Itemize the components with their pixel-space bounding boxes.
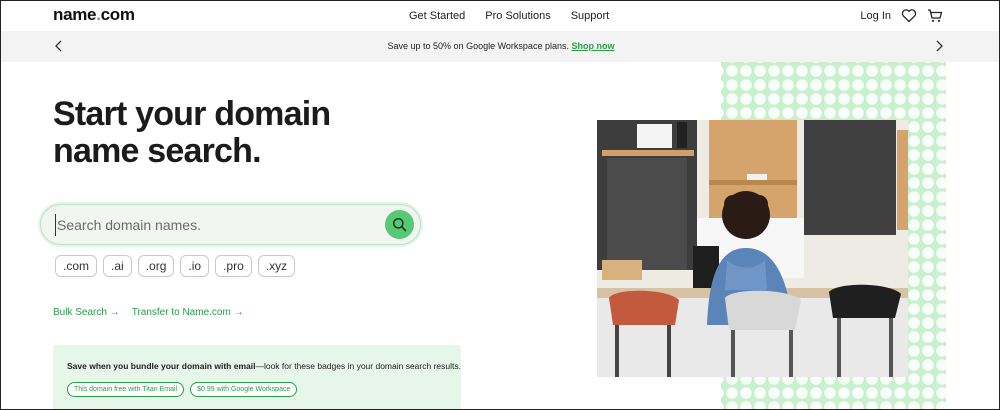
logo-name: name — [53, 5, 97, 24]
bundle-promo-box: Save when you bundle your domain with em… — [53, 345, 461, 409]
domain-search-box — [40, 204, 421, 245]
site-header: name.com Get Started Pro Solutions Suppo… — [1, 1, 999, 31]
promo-message: Save up to 50% on Google Workspace plans… — [1, 41, 999, 51]
page: name.com Get Started Pro Solutions Suppo… — [0, 0, 1000, 410]
search-input[interactable] — [55, 214, 375, 236]
bulk-search-link[interactable]: Bulk Search → — [53, 307, 120, 318]
search-icon — [392, 217, 407, 232]
chevron-right-icon[interactable] — [931, 38, 947, 54]
bundle-message: Save when you bundle your domain with em… — [67, 361, 461, 371]
main-nav: Get Started Pro Solutions Support — [409, 10, 609, 22]
workspace-illustration — [597, 120, 908, 377]
titan-email-badge: This domain free with Titan Email — [67, 382, 185, 397]
logo-tld: com — [100, 5, 135, 24]
heart-icon[interactable] — [901, 8, 917, 23]
bundle-description: —look for these badges in your domain se… — [255, 361, 461, 371]
tld-ai[interactable]: .ai — [103, 255, 132, 277]
title-line-2: name search. — [53, 132, 262, 170]
bundle-headline: Save when you bundle your domain with em… — [67, 361, 256, 371]
promo-text: Save up to 50% on Google Workspace plans… — [387, 41, 569, 51]
tld-pro[interactable]: .pro — [215, 255, 252, 277]
nav-get-started[interactable]: Get Started — [409, 10, 465, 22]
header-actions: Log In — [860, 8, 943, 23]
login-link[interactable]: Log In — [860, 10, 891, 22]
tld-org[interactable]: .org — [137, 255, 175, 277]
tld-xyz[interactable]: .xyz — [257, 255, 296, 277]
search-button[interactable] — [385, 210, 414, 239]
bundle-badges: This domain free with Titan Email $0.99 … — [67, 382, 298, 397]
transfer-link[interactable]: Transfer to Name.com → — [132, 307, 244, 318]
title-line-1: Start your domain — [53, 95, 331, 133]
hero-photo — [597, 120, 908, 377]
logo[interactable]: name.com — [53, 5, 135, 25]
search-links: Bulk Search → Transfer to Name.com → — [53, 307, 244, 318]
nav-pro-solutions[interactable]: Pro Solutions — [485, 10, 550, 22]
tld-list: .com .ai .org .io .pro .xyz — [55, 255, 296, 277]
tld-io[interactable]: .io — [180, 255, 210, 277]
promo-bar: Save up to 50% on Google Workspace plans… — [1, 31, 999, 62]
cart-icon[interactable] — [927, 8, 943, 23]
google-workspace-badge: $0.99 with Google Workspace — [190, 382, 298, 397]
nav-support[interactable]: Support — [571, 10, 610, 22]
tld-com[interactable]: .com — [55, 255, 98, 277]
page-title: Start your domain name search. — [53, 95, 331, 170]
shop-now-link[interactable]: Shop now — [571, 41, 614, 51]
